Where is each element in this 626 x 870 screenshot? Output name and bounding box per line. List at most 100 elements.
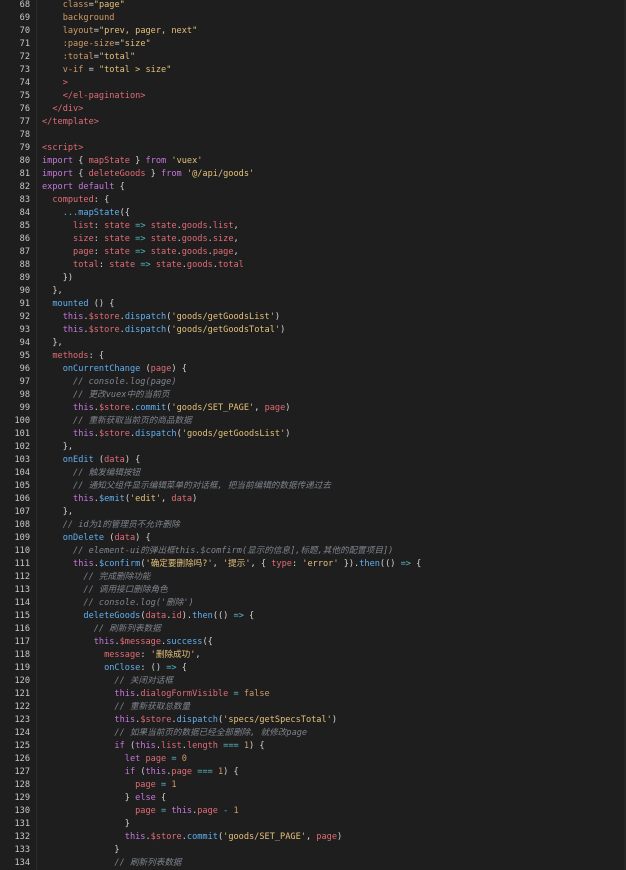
code-line[interactable]: 82 export default { [0, 181, 626, 194]
code-line[interactable]: 70 layout="prev, pager, next" [0, 25, 626, 38]
code-token: state [150, 247, 177, 257]
code-text: this.$confirm('确定要删除吗?', '提示', { type: '… [42, 558, 421, 571]
code-token: ) { [124, 455, 141, 465]
code-line[interactable]: 99 this.$store.commit('goods/SET_PAGE', … [0, 402, 626, 415]
code-text: :page-size="size" [42, 38, 151, 51]
code-editor[interactable]: 68 class="page" 69 background 70 layout="p… [0, 0, 626, 870]
code-line[interactable]: 117 this.$message.success({ [0, 636, 626, 649]
code-line[interactable]: 96 onCurrentChange (page) { [0, 363, 626, 376]
code-line[interactable]: 101 this.$store.dispatch('goods/getGoods… [0, 428, 626, 441]
code-line[interactable]: 102 }, [0, 441, 626, 454]
code-token: page [171, 767, 193, 777]
code-line[interactable]: 71 :page-size="size" [0, 38, 626, 51]
line-number: 125 [14, 741, 30, 751]
code-token: total [42, 260, 99, 270]
code-line[interactable]: 114 // console.log('删除') [0, 597, 626, 610]
code-line[interactable]: 129 } else { [0, 792, 626, 805]
code-line[interactable]: 73 v-if = "total > size" [0, 64, 626, 77]
code-text: // 关闭对话框 [42, 675, 173, 688]
code-text: message: '删除成功', [42, 649, 201, 662]
code-line[interactable]: 80 import { mapState } from 'vuex' [0, 155, 626, 168]
code-line[interactable]: 100 // 重新获取当前页的商品数据 [0, 415, 626, 428]
code-line[interactable]: 116 // 刷新列表数据 [0, 623, 626, 636]
code-line[interactable]: 121 this.dialogFormVisible = false [0, 688, 626, 701]
code-token: , [212, 559, 223, 569]
code-line[interactable]: 106 this.$emit('edit', data) [0, 493, 626, 506]
code-token: else [135, 793, 156, 803]
code-line[interactable]: 130 page = this.page - 1 [0, 805, 626, 818]
code-token: $emit [98, 494, 125, 504]
code-line[interactable]: 88 total: state => state.goods.total [0, 259, 626, 272]
code-token: , [305, 832, 317, 842]
code-line[interactable]: 133 } [0, 844, 626, 857]
code-line[interactable]: 75 </el-pagination> [0, 90, 626, 103]
code-token: { [410, 559, 422, 569]
code-line[interactable]: 69 background [0, 12, 626, 25]
code-token: from [145, 156, 167, 166]
code-line[interactable]: 110 // element-ui的弹出框this.$comfirm(显示的信息… [0, 545, 626, 558]
code-line[interactable]: 68 class="page" [0, 0, 626, 12]
code-token: // 刷新列表数据 [42, 858, 182, 868]
code-line[interactable]: 77 </template> [0, 116, 626, 129]
code-token: - [217, 806, 234, 816]
code-line[interactable]: 98 // 更改vuex中的当前页 [0, 389, 626, 402]
code-line[interactable]: 108 // id为1的管理员不允许删除 [0, 519, 626, 532]
code-line[interactable]: 111 this.$confirm('确定要删除吗?', '提示', { typ… [0, 558, 626, 571]
code-token: : [98, 260, 110, 270]
code-line[interactable]: 122 // 重新获取总数量 [0, 701, 626, 714]
code-token: } [42, 819, 130, 829]
code-line[interactable]: 76 </div> [0, 103, 626, 116]
code-line[interactable]: 134 // 刷新列表数据 [0, 857, 626, 870]
code-line[interactable]: 92 this.$store.dispatch('goods/getGoodsL… [0, 311, 626, 324]
line-number: 94 [19, 338, 30, 348]
code-line[interactable]: 105 // 通知父组件显示编辑菜单的对话框, 把当前编辑的数据传递过去 [0, 480, 626, 493]
code-line[interactable]: 123 this.$store.dispatch('specs/getSpecs… [0, 714, 626, 727]
line-number: 91 [19, 299, 30, 309]
code-text: // 重新获取总数量 [42, 701, 190, 714]
code-token: }, [42, 442, 74, 452]
code-token: => [135, 260, 156, 270]
code-line[interactable]: 113 // 调用接口删除角色 [0, 584, 626, 597]
code-line[interactable]: 97 // console.log(page) [0, 376, 626, 389]
code-line[interactable]: 87 page: state => state.goods.page, [0, 246, 626, 259]
code-token: (() [212, 611, 234, 621]
code-line[interactable]: 103 onEdit (data) { [0, 454, 626, 467]
code-line[interactable]: 127 if (this.page === 1) { [0, 766, 626, 779]
code-line[interactable]: 112 // 完成删除功能 [0, 571, 626, 584]
code-line[interactable]: 74 > [0, 77, 626, 90]
code-line[interactable]: 120 // 关闭对话框 [0, 675, 626, 688]
code-line[interactable]: 81 import { deleteGoods } from '@/api/goo… [0, 168, 626, 181]
code-line[interactable]: 83 computed: { [0, 194, 626, 207]
code-line[interactable]: 78 [0, 129, 626, 142]
code-token: // 更改vuex中的当前页 [42, 390, 170, 400]
code-line[interactable]: 90 }, [0, 285, 626, 298]
code-line[interactable]: 119 onClose: () => { [0, 662, 626, 675]
code-token: commit [186, 832, 218, 842]
code-token: ( [140, 364, 151, 374]
code-line[interactable]: 95 methods: { [0, 350, 626, 363]
code-line[interactable]: 126 let page = 0 [0, 753, 626, 766]
code-line[interactable]: 86 size: state => state.goods.size, [0, 233, 626, 246]
code-line[interactable]: 115 deleteGoods(data.id).then(() => { [0, 610, 626, 623]
code-line[interactable]: 89 }) [0, 272, 626, 285]
line-number: 100 [14, 416, 30, 426]
code-line[interactable]: 94 }, [0, 337, 626, 350]
code-line[interactable]: 132 this.$store.commit('goods/SET_PAGE',… [0, 831, 626, 844]
code-token: page [150, 364, 172, 374]
code-line[interactable]: 91 mounted () { [0, 298, 626, 311]
code-line[interactable]: 84 ...mapState({ [0, 207, 626, 220]
code-line[interactable]: 125 if (this.list.length === 1) { [0, 740, 626, 753]
code-line[interactable]: 131 } [0, 818, 626, 831]
code-token: 'edit' [130, 494, 162, 504]
code-line[interactable]: 85 list: state => state.goods.list, [0, 220, 626, 233]
code-line[interactable]: 72 :total="total" [0, 51, 626, 64]
code-line[interactable]: 93 this.$store.dispatch('goods/getGoodsT… [0, 324, 626, 337]
code-line[interactable]: 128 page = 1 [0, 779, 626, 792]
code-line[interactable]: 124 // 如果当前页的数据已经全部删除, 就修改page [0, 727, 626, 740]
code-token: this [42, 689, 136, 699]
code-line[interactable]: 104 // 触发编辑按钮 [0, 467, 626, 480]
code-line[interactable]: 79 <script> [0, 142, 626, 155]
code-line[interactable]: 118 message: '删除成功', [0, 649, 626, 662]
code-line[interactable]: 109 onDelete (data) { [0, 532, 626, 545]
code-line[interactable]: 107 }, [0, 506, 626, 519]
